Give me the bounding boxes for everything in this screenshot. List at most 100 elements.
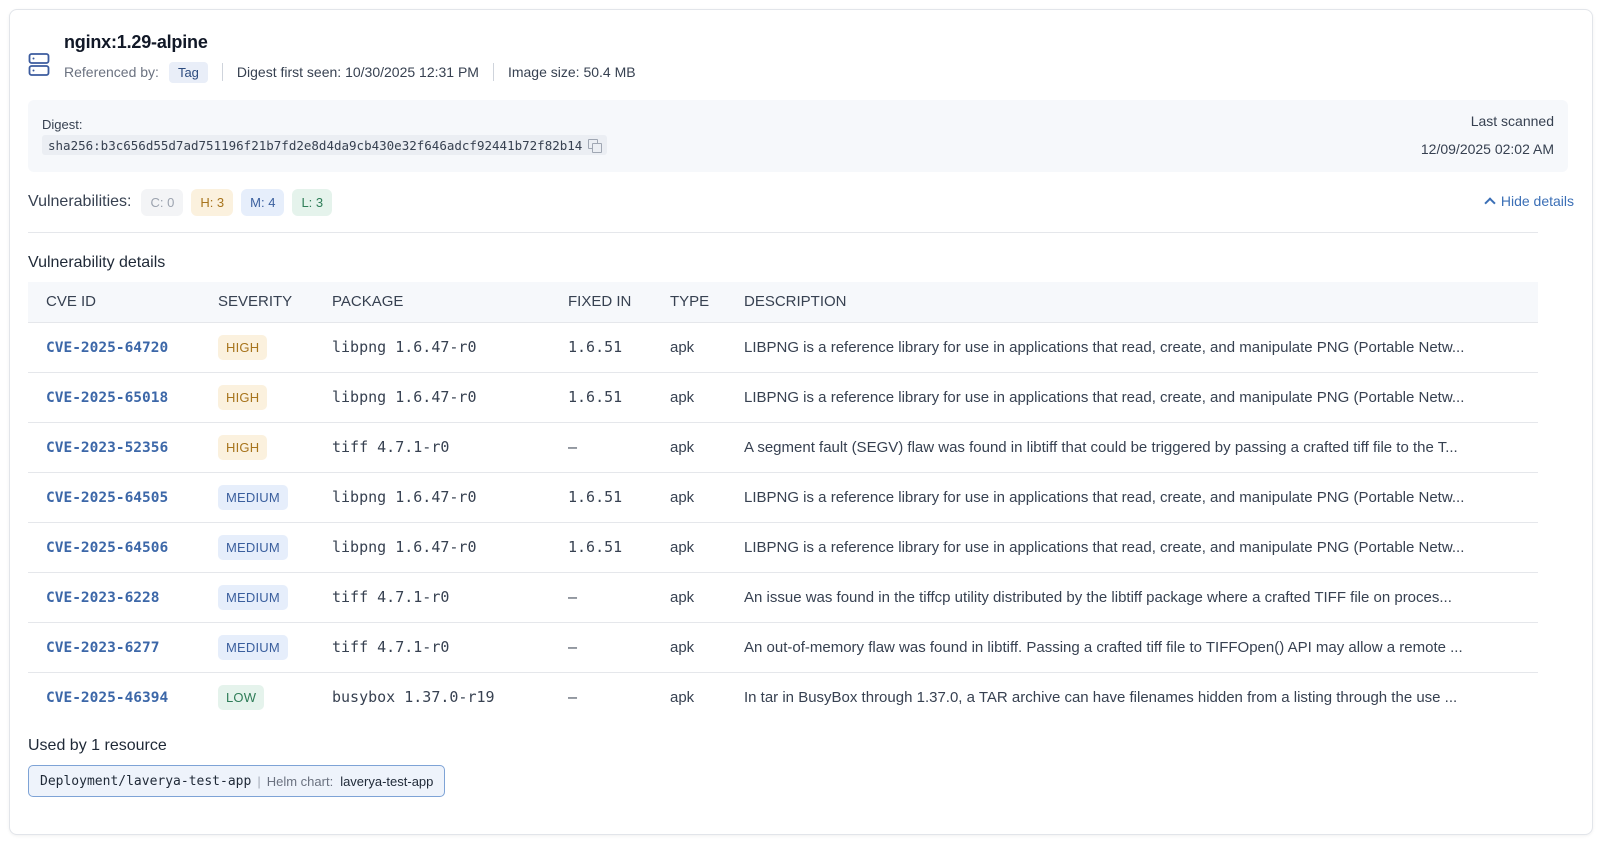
package-cell: busybox 1.37.0-r19 — [332, 688, 495, 707]
cve-cell: CVE-2025-64506 — [28, 522, 200, 573]
vulnerability-table: CVE ID SEVERITY PACKAGE FIXED IN TYPE DE… — [28, 282, 1538, 722]
package-cell: tiff 4.7.1-r0 — [314, 422, 550, 473]
digest-label: Digest: — [42, 117, 83, 132]
table-row: CVE-2025-64505 MEDIUM libpng 1.6.47-r0 1.6.… — [28, 472, 1538, 523]
table-row: CVE-2023-6277 MEDIUM tiff 4.7.1-r0– apk An o… — [28, 622, 1538, 673]
table-header-row: CVE ID SEVERITY PACKAGE FIXED IN TYPE DE… — [28, 282, 1538, 323]
low-count-badge: L: 3 — [292, 188, 333, 216]
table-row: CVE-2025-65018 HIGH libpng 1.6.47-r0 1.6.51… — [28, 372, 1538, 423]
hide-details-label: Hide details — [1500, 193, 1574, 209]
critical-count-badge: C: 0 — [141, 188, 184, 216]
cve-link[interactable]: CVE-2023-6228 — [46, 590, 160, 606]
table-row: CVE-2025-46394 LOW busybox 1.37.0-r19 – apk I… — [28, 672, 1538, 722]
image-card: nginx:1.29-alpine Referenced by: Tag Dig… — [9, 9, 1593, 835]
cve-link[interactable]: CVE-2025-64720 — [46, 340, 168, 356]
resource-chip[interactable]: Deployment/laverya-test-app | Helm chart… — [28, 765, 446, 797]
section-divider — [28, 232, 1538, 233]
referenced-by-label: Referenced by: — [64, 64, 159, 80]
cve-cell: CVE-2025-64505 — [28, 472, 200, 523]
type-cell: apk — [670, 688, 695, 706]
severity-badge: HIGH — [218, 334, 268, 360]
used-by-title: Used by 1 resource — [28, 737, 167, 754]
type-cell: apk — [652, 622, 726, 673]
package-cell: libpng 1.6.47-r0 — [314, 372, 550, 423]
severity-badge: MEDIUM — [218, 484, 288, 510]
vulnerabilities-label: Vulnerabilities: — [28, 193, 132, 210]
severity-badge: MEDIUM — [218, 634, 288, 660]
severity-badge: HIGH — [218, 384, 268, 410]
severity-cell: LOW — [200, 672, 314, 722]
image-size: Image size: 50.4 MB — [507, 64, 636, 80]
helm-chart-value: laverya-test-app — [340, 773, 434, 789]
fixed-in-cell: – — [550, 622, 652, 673]
cve-cell: CVE-2023-6228 — [28, 572, 200, 623]
digest-panel: Digest: sha256:b3c656d55d7ad751196f21b7f… — [28, 100, 1568, 172]
severity-cell: HIGH — [200, 372, 314, 423]
vulnerability-details-title: Vulnerability details — [28, 254, 166, 271]
severity-badge: HIGH — [218, 434, 268, 460]
severity-badge: MEDIUM — [218, 534, 288, 560]
severity-cell: MEDIUM — [200, 572, 314, 623]
column-header-fixed-in: FIXED IN — [550, 282, 652, 323]
severity-cell: HIGH — [200, 322, 314, 373]
package-cell: tiff 4.7.1-r0 — [314, 622, 550, 673]
chevron-up-icon — [1484, 197, 1496, 209]
description-cell: An issue was found in the tiffcp utility… — [726, 572, 1538, 623]
description-cell: A segment fault (SEGV) flaw was found in… — [726, 422, 1538, 473]
resource-name: Deployment/laverya-test-app — [40, 773, 252, 789]
package-cell: libpng 1.6.47-r0 — [314, 322, 550, 373]
digest-first-seen: Digest first seen: 10/30/2025 12:31 PM — [236, 64, 479, 80]
helm-chart-label: Helm chart: — [266, 773, 334, 789]
fixed-in-cell: 1.6.51 — [550, 472, 652, 523]
description-cell: LIBPNG is a reference library for use in… — [726, 372, 1538, 423]
description-cell: LIBPNG is a reference library for use in… — [726, 472, 1538, 523]
table-row: CVE-2025-64720 HIGH libpng 1.6.47-r0 1.6.51… — [28, 322, 1538, 373]
cve-link[interactable]: CVE-2025-46394 — [46, 690, 168, 706]
column-header-severity: SEVERITY — [200, 282, 314, 323]
type-cell: apk — [652, 572, 726, 623]
cve-link[interactable]: CVE-2025-65018 — [46, 390, 168, 406]
package-cell: libpng 1.6.47-r0 — [314, 472, 550, 523]
meta-divider — [492, 63, 494, 81]
image-title: nginx:1.29-alpine — [64, 32, 208, 52]
severity-badge: MEDIUM — [218, 584, 288, 610]
severity-cell: MEDIUM — [200, 472, 314, 523]
cve-link[interactable]: CVE-2023-52356 — [46, 440, 168, 456]
server-icon — [28, 53, 50, 76]
image-meta: Referenced by: Tag Digest first seen: 10… — [64, 60, 636, 84]
fixed-in-cell: – — [550, 422, 652, 473]
image-header: nginx:1.29-alpine Referenced by: Tag Dig… — [28, 32, 1568, 92]
type-cell: apk — [652, 422, 726, 473]
severity-cell: HIGH — [200, 422, 314, 473]
cve-link[interactable]: CVE-2025-64505 — [46, 490, 168, 506]
severity-badge: LOW — [218, 684, 265, 710]
fixed-in-cell: 1.6.51 — [550, 322, 652, 373]
cve-link[interactable]: CVE-2025-64506 — [46, 540, 168, 556]
type-cell: apk — [652, 322, 726, 373]
vulnerability-summary: Vulnerabilities: C: 0 H: 3 M: 4 L: 3 — [28, 188, 340, 216]
fixed-in-cell: – — [568, 688, 578, 707]
cve-cell: CVE-2025-65018 — [28, 372, 200, 423]
severity-cell: MEDIUM — [200, 622, 314, 673]
high-count-badge: H: 3 — [191, 188, 234, 216]
column-header-type: TYPE — [652, 282, 726, 323]
medium-count-badge: M: 4 — [241, 188, 285, 216]
copy-icon[interactable] — [588, 138, 603, 153]
table-row: CVE-2023-52356 HIGH tiff 4.7.1-r0– apk A seg… — [28, 422, 1538, 473]
referenced-by-tag-badge: Tag — [168, 61, 208, 83]
column-header-description: DESCRIPTION — [726, 282, 1538, 323]
package-cell: libpng 1.6.47-r0 — [314, 522, 550, 573]
table-row: CVE-2025-64506 MEDIUM libpng 1.6.47-r0 1.6.… — [28, 522, 1538, 573]
fixed-in-cell: 1.6.51 — [550, 522, 652, 573]
last-scanned-label: Last scanned — [1470, 113, 1554, 129]
last-scanned-value: 12/09/2025 02:02 AM — [1420, 141, 1554, 157]
hide-details-button[interactable]: Hide details — [1484, 193, 1574, 209]
column-header-cve-id: CVE ID — [28, 282, 200, 323]
cve-cell: CVE-2023-52356 — [28, 422, 200, 473]
fixed-in-cell: 1.6.51 — [550, 372, 652, 423]
type-cell: apk — [652, 372, 726, 423]
type-cell: apk — [652, 522, 726, 573]
cve-cell: CVE-2023-6277 — [28, 622, 200, 673]
digest-hash: sha256:b3c656d55d7ad751196f21b7fd2e8d4da… — [48, 137, 583, 153]
cve-link[interactable]: CVE-2023-6277 — [46, 640, 160, 656]
